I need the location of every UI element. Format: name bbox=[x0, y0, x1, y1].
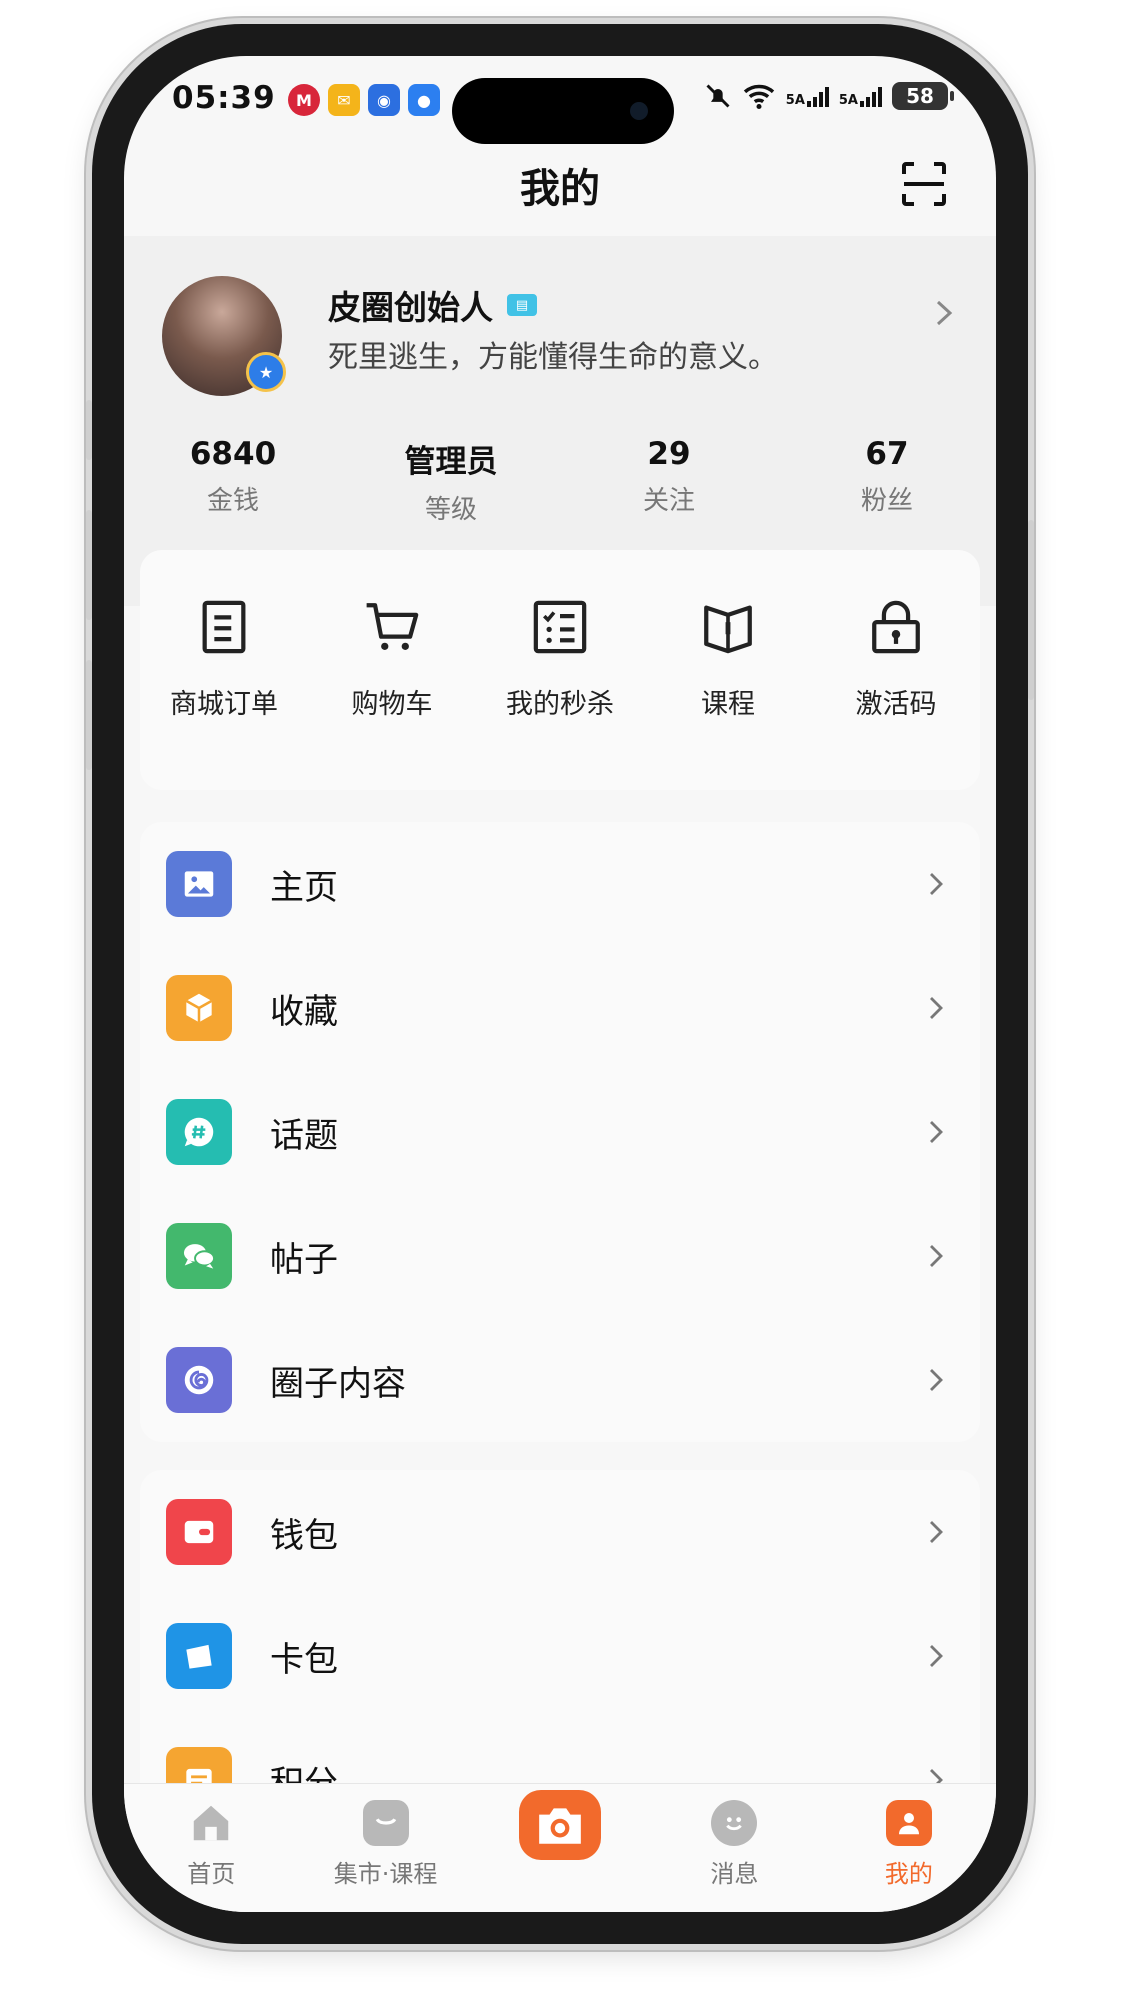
chevron-right-icon[interactable] bbox=[932, 298, 956, 328]
stat-following[interactable]: 29 关注 bbox=[560, 436, 778, 526]
chevron-right-icon bbox=[930, 1521, 943, 1543]
spiral-icon bbox=[166, 1347, 232, 1413]
menu-item-wallet[interactable]: 钱包 bbox=[140, 1470, 980, 1594]
checklist-icon bbox=[533, 600, 587, 654]
profile-name-row[interactable]: 皮圈创始人 ▤ bbox=[328, 281, 537, 329]
chevron-right-icon bbox=[930, 873, 943, 895]
book-icon bbox=[704, 605, 752, 654]
page-title: 我的 bbox=[520, 166, 600, 212]
quick-action-flash-sale[interactable]: 我的秒杀 bbox=[476, 550, 644, 790]
stat-money[interactable]: 6840 金钱 bbox=[124, 436, 342, 526]
quick-actions-card: 商城订单 购物车 我的秒杀 课程 激活码 bbox=[140, 550, 980, 790]
level-badge-icon: ▤ bbox=[507, 294, 537, 316]
side-button bbox=[86, 510, 92, 620]
cube-icon bbox=[166, 975, 232, 1041]
profile-stats: 6840 金钱 管理员 等级 29 关注 67 粉丝 bbox=[124, 436, 996, 526]
quick-action-cart[interactable]: 购物车 bbox=[308, 550, 476, 790]
menu-item-favorites[interactable]: 收藏 bbox=[140, 946, 980, 1070]
tab-mine[interactable]: 我的 bbox=[822, 1784, 996, 1912]
hashtag-icon bbox=[166, 1099, 232, 1165]
chevron-right-icon bbox=[930, 1369, 943, 1391]
qq-app-icon: ◉ bbox=[368, 84, 400, 116]
screen: 05:39 M ✉ ◉ ● 5A 5A 58 我的 ★ 皮圈创始人 ▤ 死里逃生… bbox=[124, 56, 996, 1912]
quick-action-courses[interactable]: 课程 bbox=[644, 550, 812, 790]
menu-item-circle-content[interactable]: 圈子内容 bbox=[140, 1318, 980, 1442]
lock-icon bbox=[872, 600, 920, 654]
side-button bbox=[86, 660, 92, 770]
chevron-right-icon bbox=[930, 1645, 943, 1667]
mute-bell-icon bbox=[706, 84, 730, 108]
bottom-tab-bar: 首页 集市·课程 消息 我的 bbox=[124, 1783, 996, 1912]
tab-market-courses[interactable]: 集市·课程 bbox=[298, 1784, 472, 1912]
menu-group-1: 主页 收藏 话题 帖子 圈子内容 bbox=[140, 822, 980, 1442]
menu-item-homepage[interactable]: 主页 bbox=[140, 822, 980, 946]
stat-followers[interactable]: 67 粉丝 bbox=[778, 436, 996, 526]
side-button bbox=[1028, 520, 1034, 700]
battery-indicator: 58 bbox=[892, 82, 954, 110]
tab-camera[interactable] bbox=[473, 1784, 647, 1912]
chat-icon bbox=[166, 1223, 232, 1289]
wallet-icon bbox=[166, 1499, 232, 1565]
metro-app-icon: M bbox=[288, 84, 320, 116]
quick-action-activation-code[interactable]: 激活码 bbox=[812, 550, 980, 790]
user-bio: 死里逃生，方能懂得生命的意义。 bbox=[328, 340, 778, 375]
image-icon bbox=[166, 851, 232, 917]
order-list-icon bbox=[202, 600, 246, 654]
chevron-right-icon bbox=[930, 1245, 943, 1267]
menu-group-2: 钱包 卡包 积分 bbox=[140, 1470, 980, 1830]
chevron-right-icon bbox=[930, 1121, 943, 1143]
verified-badge-icon: ★ bbox=[246, 352, 286, 392]
status-time: 05:39 bbox=[172, 80, 276, 116]
signal-indicator-1: 5A bbox=[786, 85, 829, 107]
username: 皮圈创始人 bbox=[328, 288, 493, 327]
smile-icon bbox=[711, 1800, 758, 1846]
tab-messages[interactable]: 消息 bbox=[647, 1784, 821, 1912]
card-icon bbox=[166, 1623, 232, 1689]
status-bar: 05:39 M ✉ ◉ ● 5A 5A 58 bbox=[124, 56, 996, 156]
menu-item-posts[interactable]: 帖子 bbox=[140, 1194, 980, 1318]
mail-app-icon: ✉ bbox=[328, 84, 360, 116]
message-app-icon: ● bbox=[408, 84, 440, 116]
dynamic-island bbox=[452, 78, 674, 144]
status-right: 5A 5A 58 bbox=[704, 82, 954, 110]
side-button bbox=[86, 400, 92, 460]
wifi-icon bbox=[743, 84, 774, 110]
notification-icons: M ✉ ◉ ● bbox=[288, 84, 440, 116]
scan-icon[interactable] bbox=[900, 160, 948, 208]
signal-indicator-2: 5A bbox=[839, 85, 882, 107]
avatar[interactable]: ★ bbox=[162, 276, 286, 396]
menu-item-card-wallet[interactable]: 卡包 bbox=[140, 1594, 980, 1718]
cart-icon bbox=[366, 603, 419, 650]
quick-action-mall-orders[interactable]: 商城订单 bbox=[140, 550, 308, 790]
tab-home[interactable]: 首页 bbox=[124, 1784, 298, 1912]
person-icon bbox=[885, 1800, 932, 1846]
bag-icon bbox=[362, 1800, 409, 1846]
stat-level[interactable]: 管理员 等级 bbox=[342, 436, 560, 526]
menu-item-topics[interactable]: 话题 bbox=[140, 1070, 980, 1194]
chevron-right-icon bbox=[930, 997, 943, 1019]
home-icon bbox=[188, 1800, 234, 1846]
camera-icon bbox=[519, 1790, 602, 1860]
